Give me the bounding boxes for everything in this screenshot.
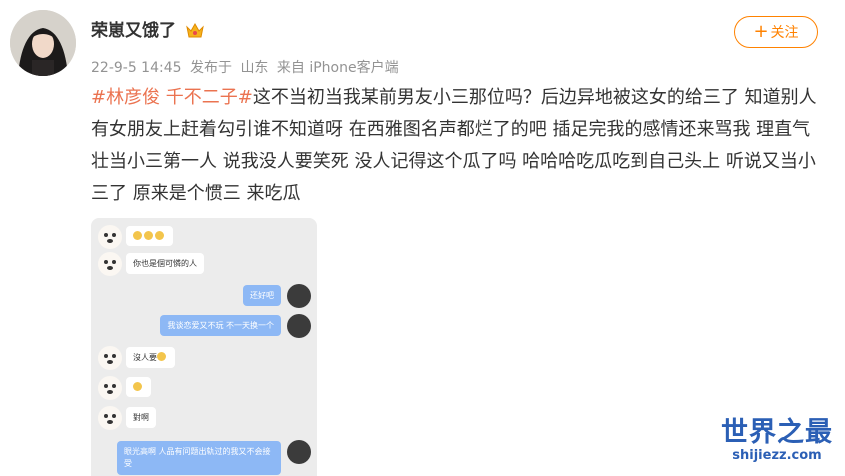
hashtag-link[interactable]: #林彦俊 千不二子#	[91, 87, 253, 108]
site-watermark: 世界之最 shijiezz.com	[716, 418, 838, 464]
user-avatar	[287, 284, 311, 308]
emoji-icon	[144, 231, 153, 240]
chat-message: 我谈恋爱又不玩 不一天换一个	[91, 312, 317, 340]
follow-button[interactable]: + 关注	[734, 16, 818, 48]
follow-label: 关注	[770, 25, 799, 41]
chat-bubble-incoming	[126, 226, 173, 246]
contact-avatar	[98, 346, 122, 370]
posted-label: 发布于	[189, 60, 232, 76]
emoji-icon	[133, 231, 142, 240]
watermark-title: 世界之最	[721, 417, 833, 448]
chat-bubble-incoming	[126, 377, 151, 397]
post-meta: 22-9-5 14:45 发布于 山东 来自 iPhone客户端	[91, 57, 403, 77]
user-avatar	[287, 314, 311, 338]
chat-text: 沒人要	[133, 353, 157, 362]
plus-icon: +	[753, 21, 769, 42]
chat-message: 對啊	[91, 404, 317, 432]
contact-avatar	[98, 252, 122, 276]
emoji-icon	[133, 382, 142, 391]
chat-bubble-incoming: 對啊	[126, 407, 156, 428]
author-name[interactable]: 荣崽又饿了	[91, 16, 205, 41]
chat-message: 你也是個可憐的人	[91, 250, 317, 278]
chat-bubble-outgoing: 我谈恋爱又不玩 不一天换一个	[160, 315, 281, 336]
chat-message	[91, 223, 317, 251]
chat-message: 眼光高啊 人品有问题出轨过的我又不会接受	[91, 438, 317, 475]
author-avatar[interactable]	[10, 10, 76, 76]
author-name-text[interactable]: 荣崽又饿了	[91, 21, 176, 41]
chat-bubble-incoming: 你也是個可憐的人	[126, 253, 204, 274]
post-date[interactable]: 22-9-5 14:45	[91, 60, 182, 76]
emoji-icon	[157, 352, 166, 361]
chat-message: 沒人要	[91, 344, 317, 372]
chat-message	[91, 374, 317, 402]
chat-message: 还好吧	[91, 282, 317, 310]
user-avatar	[287, 440, 311, 464]
post-source: 来自 iPhone客户端	[276, 60, 399, 76]
chat-bubble-outgoing: 还好吧	[243, 285, 281, 306]
contact-avatar	[98, 225, 122, 249]
contact-avatar	[98, 406, 122, 430]
emoji-icon	[155, 231, 164, 240]
post-body: #林彦俊 千不二子#这不当初当我某前男友小三那位吗？后边异地被这女的给三了 知道…	[91, 82, 826, 210]
post-location: 山东	[240, 60, 269, 76]
chat-bubble-incoming: 沒人要	[126, 347, 175, 368]
crown-icon	[185, 21, 205, 39]
chat-bubble-outgoing: 眼光高啊 人品有问题出轨过的我又不会接受	[117, 441, 281, 475]
contact-avatar	[98, 376, 122, 400]
watermark-url: shijiezz.com	[732, 448, 822, 463]
chat-screenshot-image[interactable]: 你也是個可憐的人 还好吧 我谈恋爱又不玩 不一天换一个 沒人要 對啊 眼光高啊 …	[91, 218, 317, 476]
